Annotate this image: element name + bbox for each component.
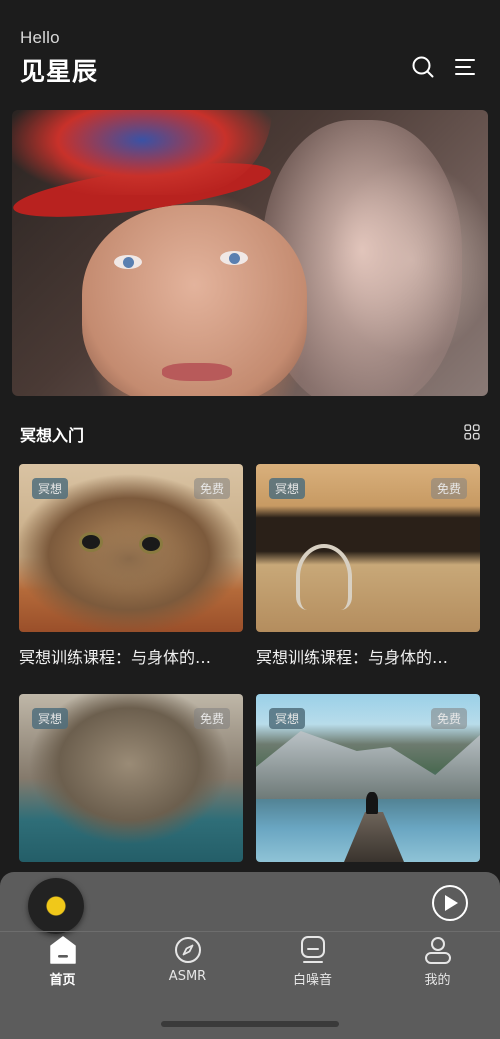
cat-eye [139, 534, 163, 554]
course-card[interactable]: 冥想 免费 [256, 694, 480, 874]
banner-eye [220, 251, 248, 265]
free-badge: 免费 [430, 478, 467, 499]
category-tag: 冥想 [32, 478, 69, 499]
home-icon [49, 936, 76, 964]
tab-label: 首页 [49, 973, 76, 988]
home-indicator [161, 1021, 339, 1027]
category-tag: 冥想 [32, 708, 69, 729]
play-icon [445, 895, 458, 911]
radio-icon [300, 936, 325, 963]
tab-label: ASMR [168, 969, 207, 984]
course-title: 冥想训练课程：与身体的… [256, 648, 449, 667]
featured-banner[interactable] [12, 110, 488, 396]
greeting-text: Hello [20, 28, 60, 47]
bottom-tab-bar: 首页 ASMR 白噪音 我的 [0, 936, 500, 988]
user-icon [424, 937, 451, 964]
section-title: 冥想入门 [20, 426, 85, 445]
grid-icon[interactable] [464, 424, 480, 444]
free-badge: 免费 [430, 708, 467, 729]
section-header: 冥想入门 [20, 422, 480, 446]
course-card[interactable]: 冥想 免费 冥想训练课程：与身体的… [256, 464, 480, 668]
course-thumbnail: 冥想 免费 [19, 464, 243, 632]
cat-eye [79, 532, 103, 552]
tab-label: 我的 [424, 973, 451, 988]
compass-icon [174, 937, 201, 963]
top-actions [410, 54, 478, 80]
banner-eye [114, 255, 142, 269]
mini-player: 首页 ASMR 白噪音 我的 [0, 872, 500, 1039]
free-badge: 免费 [193, 478, 230, 499]
course-thumbnail: 冥想 免费 [19, 694, 243, 862]
header: Hello 见星辰 [20, 28, 98, 88]
free-badge: 免费 [193, 708, 230, 729]
vinyl-disc-icon[interactable] [28, 878, 84, 934]
play-button[interactable] [432, 885, 468, 921]
course-thumbnail: 冥想 免费 [256, 694, 480, 862]
search-icon[interactable] [410, 54, 436, 80]
person-shape [366, 792, 378, 814]
tab-white-noise[interactable]: 白噪音 [250, 936, 375, 988]
tab-mine[interactable]: 我的 [375, 936, 500, 988]
tab-asmr[interactable]: ASMR [125, 936, 250, 988]
page-title: 见星辰 [20, 57, 99, 86]
banner-face-shape [82, 205, 307, 396]
course-card[interactable]: 冥想 免费 冥想训练课程：与身体的… [19, 464, 243, 668]
headphone-shape [296, 544, 352, 610]
divider [0, 931, 500, 932]
category-tag: 冥想 [269, 478, 306, 499]
tab-home[interactable]: 首页 [0, 936, 125, 988]
pier-shape [344, 812, 404, 862]
banner-mouth [162, 363, 232, 381]
course-card[interactable]: 冥想 免费 [19, 694, 243, 874]
course-thumbnail: 冥想 免费 [256, 464, 480, 632]
category-tag: 冥想 [269, 708, 306, 729]
course-title: 冥想训练课程：与身体的… [19, 648, 212, 667]
mountain-shape [256, 731, 480, 799]
tab-label: 白噪音 [292, 973, 332, 988]
menu-lines-icon[interactable] [452, 54, 478, 80]
